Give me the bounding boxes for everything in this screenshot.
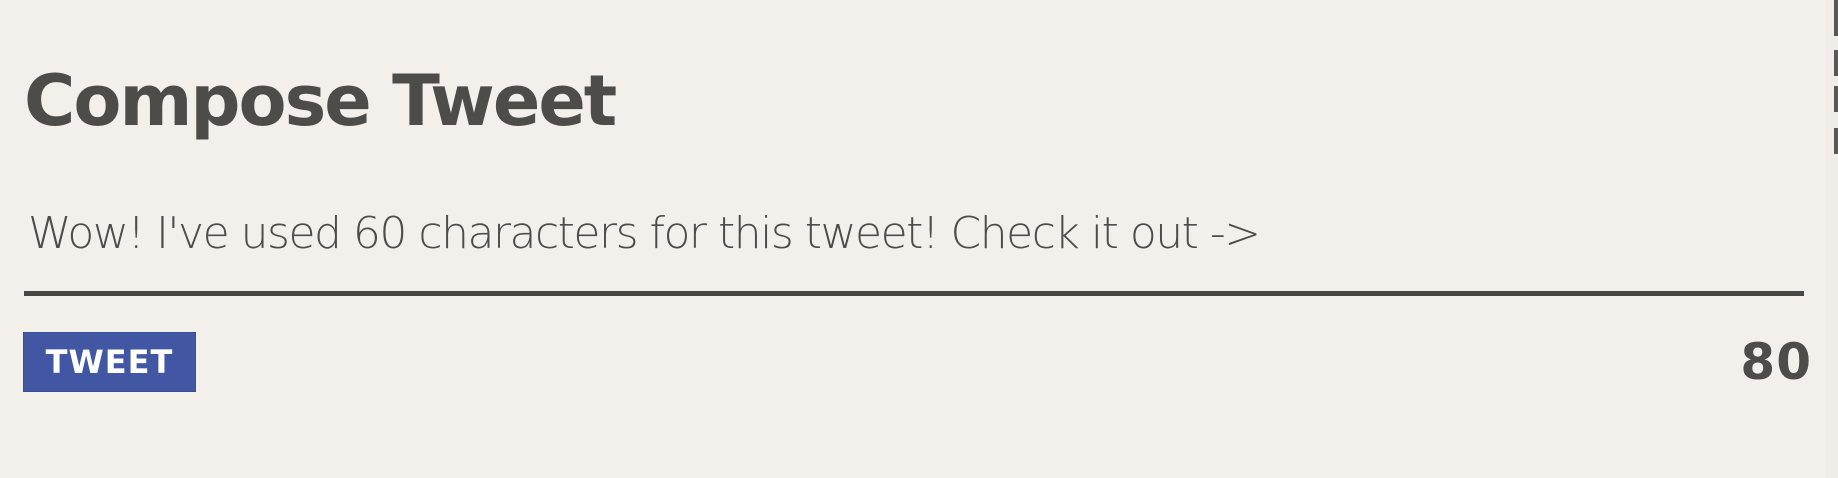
window-edge-mark [1834, 86, 1838, 112]
window-edge [1826, 0, 1838, 478]
window-edge-mark [1834, 50, 1838, 76]
page-title: Compose Tweet [24, 60, 617, 142]
remaining-character-count: 80 [1740, 333, 1812, 391]
compose-tweet-panel: Compose Tweet Wow! I've used 60 characte… [0, 0, 1826, 478]
window-edge-mark [1834, 128, 1838, 154]
window-edge-mark [1834, 0, 1838, 36]
tweet-button[interactable]: TWEET [23, 332, 196, 392]
tweet-text-input[interactable]: Wow! I've used 60 characters for this tw… [24, 208, 1804, 296]
